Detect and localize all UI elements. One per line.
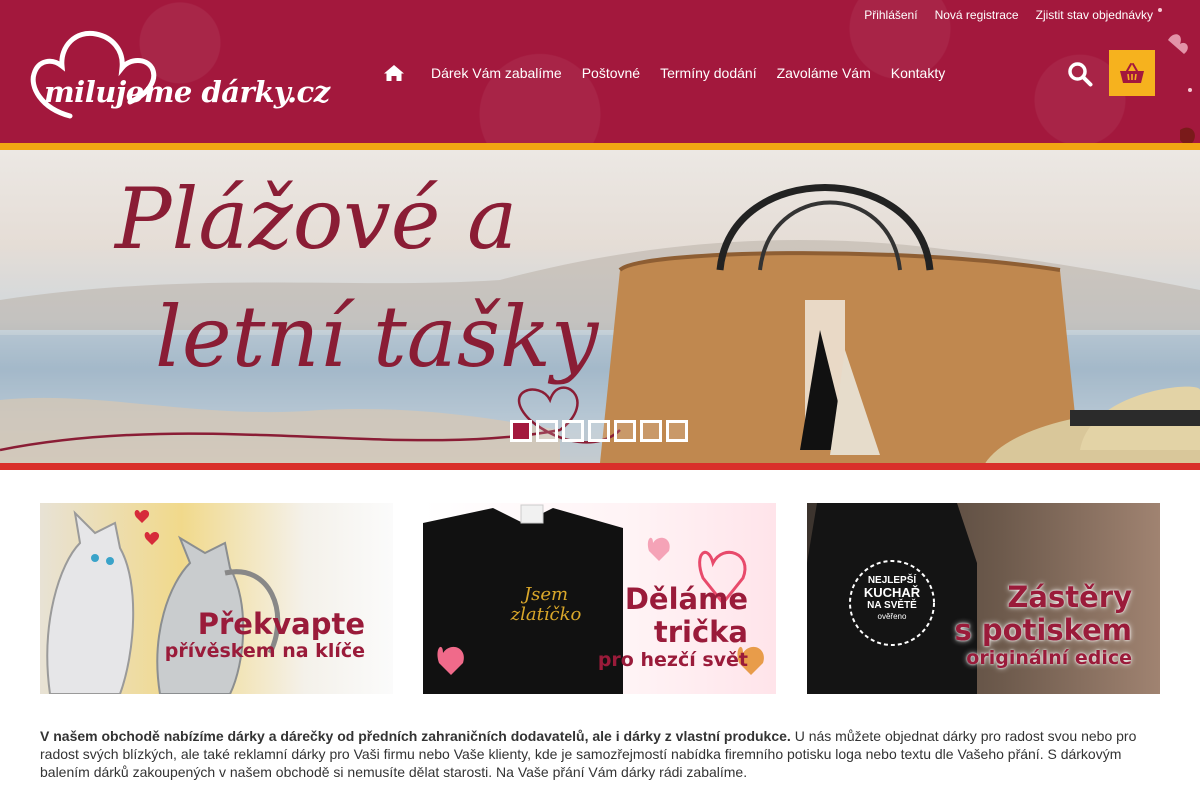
banner-aprons-line3: originální edice (966, 646, 1132, 669)
hero-title-line2: letní tašky (155, 288, 599, 386)
hero-divider (0, 463, 1200, 470)
nav-item-gift-wrap[interactable]: Dárek Vám zabalíme (431, 65, 562, 81)
order-status-link[interactable]: Zjistit stav objednávky (1036, 8, 1153, 22)
nav-item-callback[interactable]: Zavoláme Vám (777, 65, 871, 81)
login-link[interactable]: Přihlášení (864, 8, 917, 22)
home-icon[interactable] (383, 64, 405, 82)
banner-keychains-line2: přívěskem na klíče (164, 640, 365, 663)
slider-dot-1[interactable] (510, 420, 532, 442)
banner-tshirts[interactable]: Jsem zlatíčko Děláme trička pro hezčí sv… (423, 503, 776, 694)
banner-keychains-text: Překvapte přívěskem na klíče (164, 607, 365, 663)
slider-dot-4[interactable] (588, 420, 610, 442)
hero-title-line1: Plážové a (115, 170, 518, 268)
banner-tshirts-line1: Děláme (624, 582, 748, 616)
main-nav: Dárek Vám zabalíme Poštovné Termíny dodá… (383, 64, 945, 82)
slider-pagination (510, 420, 688, 442)
nav-item-delivery-dates[interactable]: Termíny dodání (660, 65, 757, 81)
intro-bold: V našem obchodě nabízíme dárky a dárečky… (40, 728, 791, 744)
slider-dot-7[interactable] (666, 420, 688, 442)
site-logo[interactable]: milujeme dárky.cz (30, 28, 330, 120)
banner-aprons-line2: s potiskem (954, 613, 1133, 648)
intro-paragraph: V našem obchodě nabízíme dárky a dárečky… (40, 727, 1160, 781)
logo-text: milujeme dárky.cz (44, 75, 330, 109)
apron-badge-line2: KUCHAŘ (863, 585, 921, 600)
banner-tshirts-line2: trička (653, 615, 748, 650)
banner-keychains-line1: Překvapte (197, 607, 365, 641)
nav-item-contacts[interactable]: Kontakty (891, 65, 945, 81)
slider-dot-3[interactable] (562, 420, 584, 442)
slider-dot-2[interactable] (536, 420, 558, 442)
header-divider (0, 143, 1200, 150)
slider-dot-6[interactable] (640, 420, 662, 442)
hero-title: Plážové a letní tašky (115, 160, 598, 396)
banner-tshirts-text: Děláme trička pro hezčí svět (597, 582, 748, 672)
banner-aprons-line1: Zástěry (1007, 580, 1132, 614)
tshirt-print-badge: Jsem zlatíčko (510, 584, 582, 625)
banner-aprons[interactable]: NEJLEPŠÍ KUCHAŘ NA SVĚTĚ ověřeno Zástěry… (807, 503, 1160, 694)
register-link[interactable]: Nová registrace (935, 8, 1019, 22)
slider-dot-5[interactable] (614, 420, 636, 442)
nav-item-shipping[interactable]: Poštovné (582, 65, 640, 81)
top-links: Přihlášení Nová registrace Zjistit stav … (864, 8, 1153, 22)
search-icon[interactable] (1067, 61, 1093, 87)
banner-aprons-text: Zástěry s potiskem originální edice (954, 580, 1133, 670)
decorative-petals (1158, 8, 1195, 143)
cat-keychain-illustration (46, 510, 281, 694)
site-header: Přihlášení Nová registrace Zjistit stav … (0, 0, 1200, 143)
apron-badge-line4: ověřeno (877, 612, 907, 621)
apron-print-badge: NEJLEPŠÍ KUCHAŘ NA SVĚTĚ ověřeno (852, 575, 932, 622)
banner-tshirts-line3: pro hezčí svět (597, 648, 748, 671)
apron-badge-line3: NA SVĚTĚ (867, 600, 917, 611)
hero-slider[interactable]: Plážové a letní tašky (0, 150, 1200, 463)
banner-keychains[interactable]: Překvapte přívěskem na klíče (40, 503, 393, 694)
